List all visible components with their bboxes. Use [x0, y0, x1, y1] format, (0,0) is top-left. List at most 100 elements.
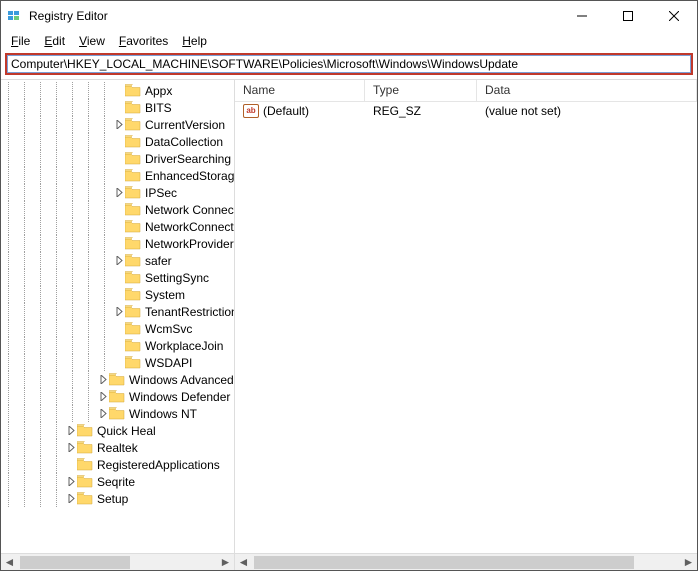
tree-scroll[interactable]: Appx BITS CurrentVersionDataCollection Driv… — [1, 80, 234, 553]
tree-node[interactable]: Realtek — [1, 439, 234, 456]
col-header-data[interactable]: Data — [477, 80, 697, 101]
tree-node[interactable]: Setup — [1, 490, 234, 507]
expand-icon[interactable] — [97, 374, 109, 386]
tree-node-label: Windows Advanced Threat Protection — [129, 373, 234, 387]
tree-node-label: NetworkConnectivityStatusIndicator — [145, 220, 234, 234]
menu-view[interactable]: View — [73, 32, 111, 50]
tree-node[interactable]: EnhancedStorageDevices — [1, 167, 234, 184]
close-button[interactable] — [651, 1, 697, 31]
tree-hscrollbar[interactable]: ◄ ► — [1, 553, 234, 570]
tree-node[interactable]: SettingSync — [1, 269, 234, 286]
tree-node-label: IPSec — [145, 186, 177, 200]
window-title: Registry Editor — [29, 9, 559, 23]
address-input[interactable] — [7, 55, 691, 73]
tree-node-label: Appx — [145, 84, 172, 98]
tree-node[interactable]: WorkplaceJoin — [1, 337, 234, 354]
scroll-right-icon[interactable]: ► — [680, 554, 697, 570]
scroll-left-icon[interactable]: ◄ — [235, 554, 252, 570]
tree-node[interactable]: BITS — [1, 99, 234, 116]
expand-placeholder — [113, 357, 125, 369]
expand-icon[interactable] — [97, 391, 109, 403]
scroll-left-icon[interactable]: ◄ — [1, 554, 18, 570]
value-type: REG_SZ — [365, 103, 477, 119]
expand-placeholder — [113, 102, 125, 114]
window-controls — [559, 1, 697, 31]
tree-node[interactable]: NetworkProvider — [1, 235, 234, 252]
tree-node-label: System — [145, 288, 185, 302]
expand-placeholder — [113, 85, 125, 97]
tree-node[interactable]: Windows Defender — [1, 388, 234, 405]
expand-icon[interactable] — [113, 187, 125, 199]
tree-node[interactable]: Appx — [1, 82, 234, 99]
tree-node-label: NetworkProvider — [145, 237, 234, 251]
menu-help[interactable]: Help — [176, 32, 213, 50]
tree-node[interactable]: Seqrite — [1, 473, 234, 490]
scroll-right-icon[interactable]: ► — [217, 554, 234, 570]
expand-icon[interactable] — [113, 255, 125, 267]
expand-icon[interactable] — [65, 493, 77, 505]
tree-node-label: Seqrite — [97, 475, 135, 489]
col-header-type[interactable]: Type — [365, 80, 477, 101]
tree-node-label: WcmSvc — [145, 322, 192, 336]
expand-icon[interactable] — [113, 119, 125, 131]
titlebar: Registry Editor — [1, 1, 697, 31]
expand-icon[interactable] — [113, 306, 125, 318]
tree-node[interactable]: WcmSvc — [1, 320, 234, 337]
tree-node-label: Setup — [97, 492, 128, 506]
expand-placeholder — [113, 323, 125, 335]
expand-icon[interactable] — [65, 476, 77, 488]
address-bar-highlight — [5, 53, 693, 75]
tree-node-label: SettingSync — [145, 271, 209, 285]
main-area: Appx BITS CurrentVersionDataCollection Driv… — [1, 79, 697, 570]
list-header: Name Type Data — [235, 80, 697, 102]
tree-node-label: TenantRestrictions — [145, 305, 234, 319]
list-hscrollbar[interactable]: ◄ ► — [235, 553, 697, 570]
tree-node[interactable]: IPSec — [1, 184, 234, 201]
tree-node-label: safer — [145, 254, 172, 268]
tree-node[interactable]: CurrentVersion — [1, 116, 234, 133]
tree-node[interactable]: Network Connections — [1, 201, 234, 218]
tree-node[interactable]: RegisteredApplications — [1, 456, 234, 473]
list-hscroll-thumb[interactable] — [254, 556, 634, 569]
expand-placeholder — [113, 289, 125, 301]
col-header-name[interactable]: Name — [235, 80, 365, 101]
tree-node[interactable]: TenantRestrictions — [1, 303, 234, 320]
expand-icon[interactable] — [65, 442, 77, 454]
tree-node[interactable]: NetworkConnectivityStatusIndicator — [1, 218, 234, 235]
expand-icon[interactable] — [97, 408, 109, 420]
list-body: ab(Default)REG_SZ(value not set) — [235, 102, 697, 553]
tree-node-label: BITS — [145, 101, 172, 115]
tree-hscroll-thumb[interactable] — [20, 556, 130, 569]
expand-placeholder — [113, 272, 125, 284]
tree-node[interactable]: DataCollection — [1, 133, 234, 150]
tree-node-label: Realtek — [97, 441, 138, 455]
value-data: (value not set) — [477, 103, 697, 119]
tree-node-label: Windows Defender — [129, 390, 230, 404]
tree-node[interactable]: WSDAPI — [1, 354, 234, 371]
menu-edit[interactable]: Edit — [38, 32, 71, 50]
expand-icon[interactable] — [65, 425, 77, 437]
tree-node[interactable]: DriverSearching — [1, 150, 234, 167]
tree-node-label: EnhancedStorageDevices — [145, 169, 234, 183]
tree-node-label: CurrentVersion — [145, 118, 225, 132]
maximize-button[interactable] — [605, 1, 651, 31]
list-pane: Name Type Data ab(Default)REG_SZ(value n… — [235, 80, 697, 570]
expand-placeholder — [113, 170, 125, 182]
expand-placeholder — [113, 238, 125, 250]
list-row[interactable]: ab(Default)REG_SZ(value not set) — [235, 102, 697, 120]
minimize-button[interactable] — [559, 1, 605, 31]
tree-node[interactable]: Quick Heal — [1, 422, 234, 439]
expand-placeholder — [65, 459, 77, 471]
tree-node[interactable]: System — [1, 286, 234, 303]
tree-node[interactable]: Windows NT — [1, 405, 234, 422]
app-icon — [7, 8, 23, 24]
menu-file[interactable]: File — [5, 32, 36, 50]
tree-node[interactable]: Windows Advanced Threat Protection — [1, 371, 234, 388]
expand-placeholder — [113, 221, 125, 233]
expand-placeholder — [113, 153, 125, 165]
tree-node[interactable]: safer — [1, 252, 234, 269]
menu-favorites[interactable]: Favorites — [113, 32, 174, 50]
tree-node-label: Network Connections — [145, 203, 234, 217]
tree-node-label: RegisteredApplications — [97, 458, 220, 472]
tree-node-label: DriverSearching — [145, 152, 231, 166]
